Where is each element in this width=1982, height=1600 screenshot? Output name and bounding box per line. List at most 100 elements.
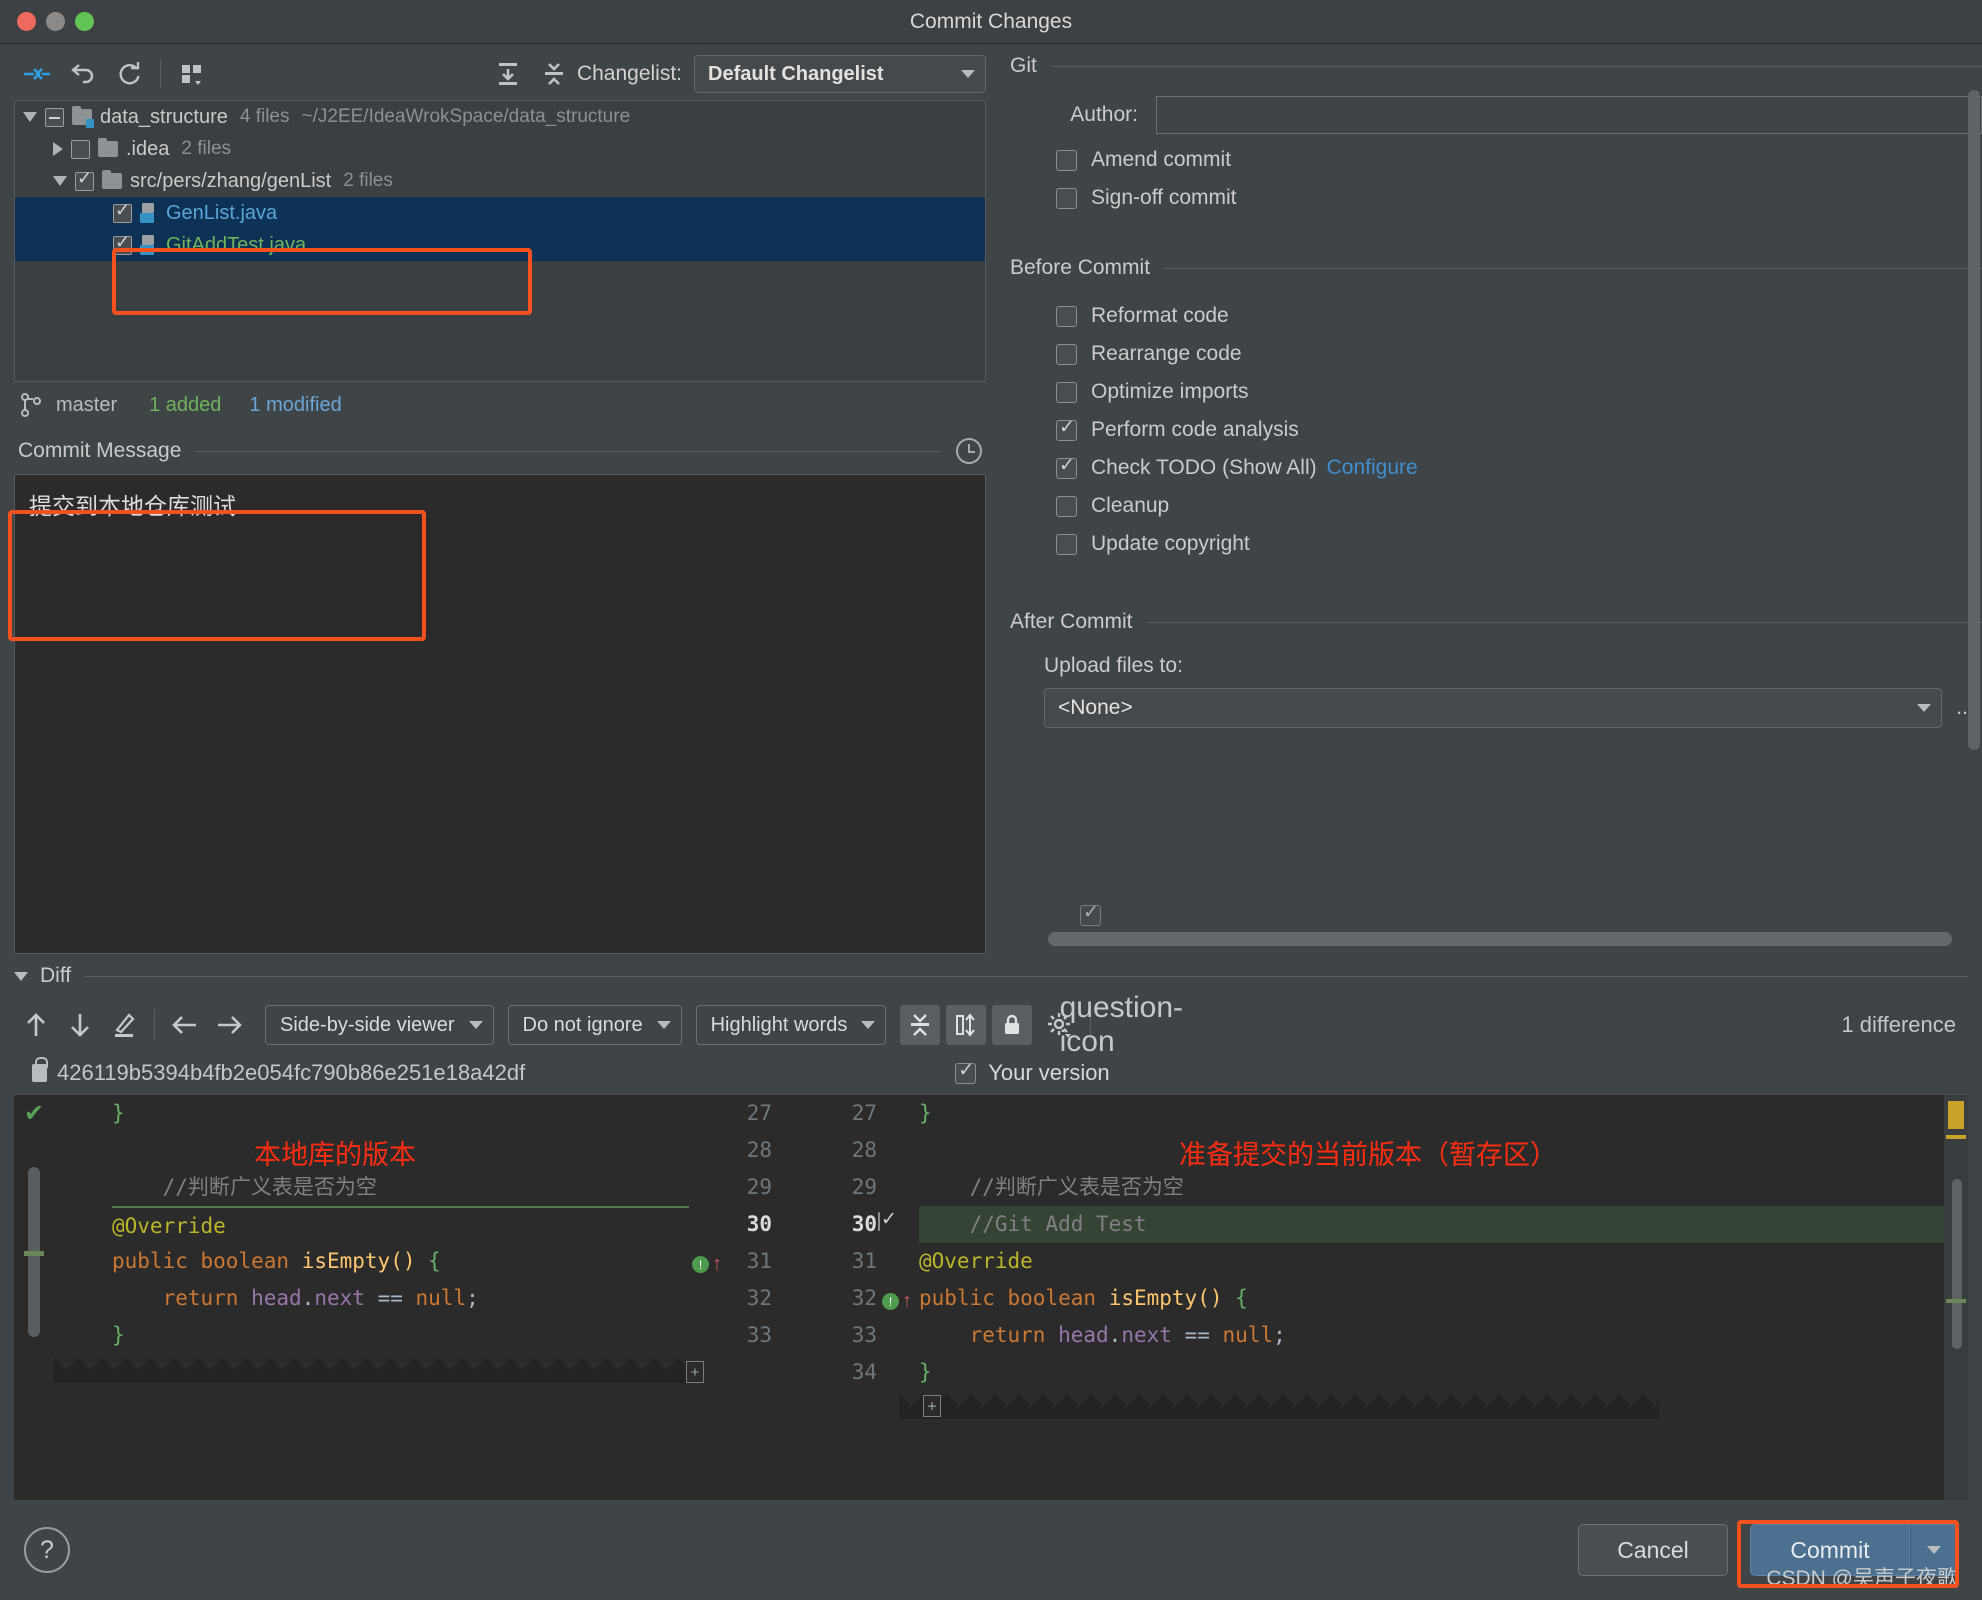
your-version-label: Your version (988, 1060, 1110, 1085)
chevron-down-icon[interactable] (23, 112, 37, 122)
diff-left-gutter[interactable]: ✔ (14, 1095, 54, 1500)
diff-header[interactable]: Diff (14, 954, 1968, 998)
diff-label: Diff (40, 964, 72, 987)
scroll-thumb[interactable] (1952, 1179, 1962, 1349)
changelist-dropdown[interactable]: Default Changelist (694, 55, 986, 93)
reformat-code-row[interactable]: Reformat code (1056, 304, 1982, 328)
rollback-icon[interactable] (60, 55, 106, 93)
update-copyright-row[interactable]: Update copyright (1056, 532, 1982, 556)
lock-icon[interactable] (992, 1005, 1033, 1045)
rearrange-code-row[interactable]: Rearrange code (1056, 342, 1982, 366)
collapse-arrows-icon[interactable] (14, 55, 60, 93)
row-checkbox[interactable] (113, 232, 132, 255)
chevron-down-icon (961, 70, 975, 78)
arrow-right-icon[interactable] (207, 1005, 251, 1045)
table-row[interactable]: src/pers/zhang/genList 2 files (15, 165, 985, 197)
table-row[interactable]: .idea 2 files (15, 133, 985, 165)
refresh-icon[interactable] (106, 55, 152, 93)
diff-viewer[interactable]: ✔ } //判断广义表是否为空 @Override public boolean… (14, 1094, 1968, 1500)
check-todo-row[interactable]: Check TODO (Show All) Configure (1056, 454, 1982, 480)
group-by-icon[interactable] (169, 55, 215, 93)
table-row[interactable]: GenList.java (15, 197, 985, 229)
upload-target-dropdown[interactable]: <None> (1044, 688, 1942, 728)
row-checkbox[interactable] (71, 139, 90, 159)
commit-message-input[interactable]: 提交到本地仓库测试 (14, 474, 986, 954)
chevron-down-icon[interactable] (14, 971, 28, 981)
amend-commit-row[interactable]: Amend commit (1056, 148, 1982, 172)
sign-off-commit-row[interactable]: Sign-off commit (1056, 186, 1982, 210)
collapse-all-icon[interactable] (531, 55, 577, 93)
perform-code-analysis-row[interactable]: Perform code analysis (1056, 416, 1982, 442)
configure-link[interactable]: Configure (1327, 456, 1418, 480)
added-line-text: //Git Add Test (919, 1212, 1147, 1236)
cleanup-checkbox[interactable] (1056, 495, 1077, 517)
row-checkbox[interactable] (75, 168, 94, 191)
ignore-mode-dropdown[interactable]: Do not ignore (507, 1005, 682, 1045)
cancel-button[interactable]: Cancel (1578, 1524, 1728, 1576)
collapse-unchanged-icon[interactable] (900, 1005, 941, 1045)
diff-overview-scrollbar[interactable] (1944, 1095, 1968, 1500)
diff-right-pane[interactable]: } //判断广义表是否为空 //Git Add Test @Override p… (899, 1095, 1968, 1500)
expand-fold-button-left[interactable]: + (686, 1361, 704, 1383)
chevron-right-icon[interactable] (53, 142, 63, 156)
expand-fold-button[interactable]: + (923, 1395, 941, 1417)
arrow-up-icon[interactable] (14, 1005, 58, 1045)
after-commit-header: After Commit (1010, 600, 1982, 634)
side-by-side-columns-icon[interactable] (946, 1005, 987, 1045)
your-version-checkbox[interactable] (955, 1059, 977, 1084)
diff-section: Diff Side-by-side viewer Do not ignore H… (0, 954, 1982, 1500)
update-copyright-checkbox[interactable] (1056, 533, 1077, 555)
diff-left-pane[interactable]: } //判断广义表是否为空 @Override public boolean i… (54, 1095, 689, 1500)
changes-column: Changelist: Default Changelist data_stru… (0, 44, 1000, 954)
help-button[interactable]: ? (24, 1527, 70, 1573)
divider (1164, 267, 1982, 269)
commit-message-header: Commit Message (14, 428, 986, 474)
accept-all-icon[interactable]: ✔ (24, 1099, 44, 1128)
options-horizontal-scrollbar[interactable] (1048, 932, 1952, 946)
git-group-header: Git (1010, 44, 1982, 78)
table-row[interactable]: GitAddTest.java (15, 229, 985, 261)
expand-all-icon[interactable] (485, 55, 531, 93)
sign-off-commit-checkbox[interactable] (1056, 187, 1077, 209)
question-icon[interactable]: question-icon (1060, 991, 1183, 1058)
optimize-imports-row[interactable]: Optimize imports (1056, 380, 1982, 404)
author-field[interactable] (1156, 96, 1982, 134)
upload-files-label: Upload files to: (1044, 654, 1183, 677)
viewer-mode-value: Side-by-side viewer (280, 1013, 455, 1036)
row-checkbox[interactable] (113, 200, 132, 223)
git-branch-icon (20, 392, 42, 418)
amend-commit-checkbox[interactable] (1056, 149, 1077, 171)
chevron-down-icon[interactable] (53, 176, 67, 186)
table-row[interactable]: data_structure 4 files ~/J2EE/IdeaWrokSp… (15, 101, 985, 133)
title-bar: Commit Changes (0, 0, 1982, 44)
code-line: @Override (112, 1206, 689, 1243)
divider (85, 975, 1968, 977)
arrow-down-icon[interactable] (58, 1005, 102, 1045)
pencil-icon[interactable] (102, 1005, 146, 1045)
chevron-down-icon (656, 1021, 671, 1029)
code-line: public boolean isEmpty() { (112, 1249, 441, 1273)
changelist-label: Changelist: (576, 62, 682, 85)
check-todo-checkbox[interactable] (1056, 454, 1077, 479)
rearrange-code-checkbox[interactable] (1056, 343, 1077, 365)
highlight-mode-dropdown[interactable]: Highlight words (695, 1005, 887, 1045)
options-scrollbar[interactable] (1968, 90, 1980, 770)
arrow-left-icon[interactable] (163, 1005, 207, 1045)
file-name: src/pers/zhang/genList (130, 169, 332, 192)
clock-history-icon[interactable] (956, 438, 982, 464)
sign-off-commit-label: Sign-off commit (1091, 186, 1237, 209)
reformat-code-checkbox[interactable] (1056, 305, 1077, 327)
code-line: //判断广义表是否为空 (919, 1169, 1968, 1206)
perform-code-analysis-checkbox[interactable] (1056, 416, 1077, 441)
partial-option-checkbox[interactable] (1080, 901, 1101, 926)
viewer-mode-dropdown[interactable]: Side-by-side viewer (265, 1005, 494, 1045)
cleanup-row[interactable]: Cleanup (1056, 494, 1982, 518)
row-checkbox[interactable] (45, 107, 64, 127)
watermark: CSDN @吴声子夜歌 (1766, 1567, 1958, 1590)
revision-sha: 426119b5394b4fb2e054fc790b86e251e18a42df (57, 1060, 526, 1085)
lock-icon (32, 1057, 48, 1082)
optimize-imports-checkbox[interactable] (1056, 381, 1077, 403)
changed-files-tree[interactable]: data_structure 4 files ~/J2EE/IdeaWrokSp… (14, 100, 986, 382)
right-annotation-note: 准备提交的当前版本（暂存区） (1179, 1140, 1557, 1170)
commit-message-label: Commit Message (18, 439, 182, 462)
